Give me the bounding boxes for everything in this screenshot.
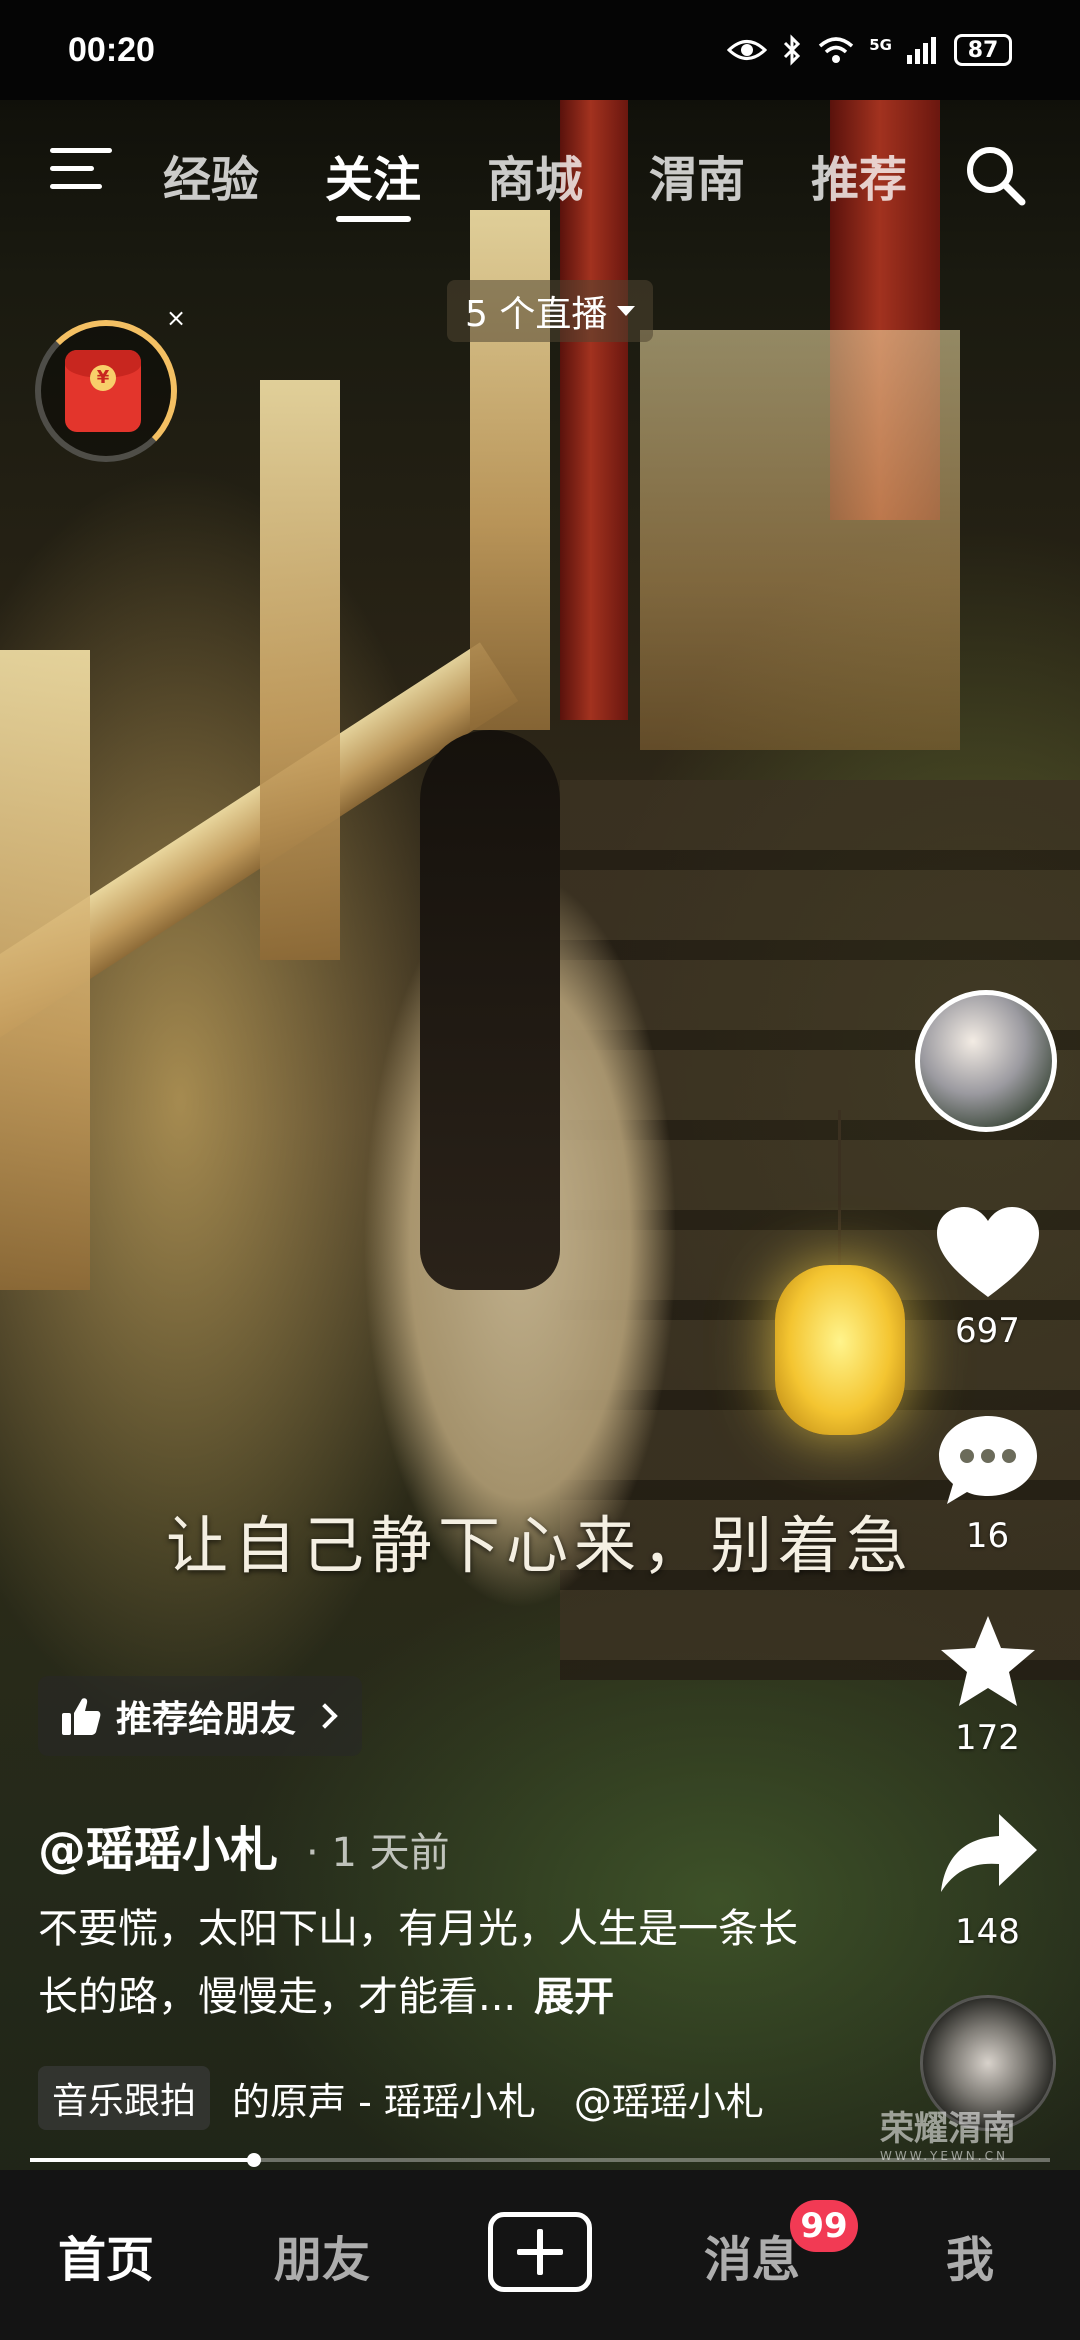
create-post-button[interactable] bbox=[488, 2212, 592, 2292]
stone-balustrade bbox=[640, 330, 960, 750]
tab-following[interactable]: 关注 bbox=[325, 140, 421, 210]
nav-friends[interactable]: 朋友 bbox=[274, 2220, 370, 2290]
caret-down-icon bbox=[617, 306, 636, 316]
tab-experience[interactable]: 经验 bbox=[163, 140, 259, 210]
watermark-sub: WWW.YEWN.CN bbox=[880, 2149, 1008, 2163]
lantern-string bbox=[838, 1110, 841, 1270]
video-progress-fill bbox=[30, 2158, 255, 2162]
status-time: 00:20 bbox=[68, 30, 155, 69]
menu-icon[interactable] bbox=[50, 148, 112, 198]
yuan-coin-icon: ¥ bbox=[90, 365, 116, 391]
live-streams-label: 5 个直播 bbox=[465, 294, 608, 335]
caption-text: 不要慌，太阳下山，有月光，人生是一条长长的路，慢慢走，才能看... bbox=[38, 1906, 798, 2020]
tab-recommend[interactable]: 推荐 bbox=[811, 140, 907, 210]
wifi-icon bbox=[819, 37, 854, 63]
favorite-count: 172 bbox=[955, 1718, 1020, 1758]
music-follow-button[interactable]: 音乐跟拍 bbox=[38, 2066, 211, 2130]
recommend-label: 推荐给朋友 bbox=[116, 1699, 297, 1740]
like-action[interactable]: 697 bbox=[925, 1205, 1050, 1351]
expand-button[interactable]: 展开 bbox=[534, 1974, 614, 2020]
like-count: 697 bbox=[955, 1311, 1020, 1351]
author-line: @瑶瑶小札 · 1 天前 bbox=[38, 1810, 450, 1880]
status-bar: 00:20 5G 87 bbox=[0, 0, 1080, 100]
chevron-right-icon bbox=[312, 1703, 338, 1729]
watermark-logo: 荣耀渭南 WWW.YEWN.CN bbox=[880, 2112, 1016, 2162]
network-type: 5G bbox=[869, 36, 892, 54]
bottom-nav: 首页 朋友 消息 99 我 bbox=[0, 2170, 1080, 2340]
live-streams-pill[interactable]: 5 个直播 bbox=[447, 280, 654, 342]
video-subtitle: 让自己静下心来，别着急 bbox=[165, 1509, 914, 1582]
post-caption[interactable]: 不要慌，太阳下山，有月光，人生是一条长长的路，慢慢走，才能看... 展开 bbox=[38, 1895, 818, 2031]
share-arrow-icon bbox=[940, 1814, 1037, 1892]
messages-badge: 99 bbox=[790, 2200, 858, 2252]
share-count: 148 bbox=[955, 1912, 1020, 1952]
top-nav: 经验 关注 商城 渭南 推荐 bbox=[0, 130, 1080, 222]
author-name[interactable]: @瑶瑶小札 bbox=[38, 1810, 278, 1880]
stone-post bbox=[0, 650, 90, 1290]
red-packet-close-button[interactable]: × bbox=[166, 304, 186, 332]
favorite-action[interactable]: 172 bbox=[925, 1612, 1050, 1758]
nav-messages[interactable]: 消息 bbox=[704, 2220, 800, 2290]
status-icons: 5G 87 bbox=[727, 34, 1012, 66]
long-hair bbox=[420, 730, 560, 1290]
nav-home[interactable]: 首页 bbox=[58, 2220, 154, 2290]
posted-time: · 1 天前 bbox=[306, 1830, 450, 1876]
signal-icon bbox=[907, 37, 936, 64]
author-avatar[interactable] bbox=[915, 990, 1057, 1132]
star-icon bbox=[940, 1616, 1035, 1706]
red-packet-widget[interactable]: ¥ bbox=[35, 320, 177, 462]
tab-weinan[interactable]: 渭南 bbox=[649, 140, 745, 210]
watermark-main: 荣耀渭南 bbox=[880, 2109, 1016, 2149]
recommend-to-friends-button[interactable]: 推荐给朋友 bbox=[38, 1676, 363, 1756]
eye-icon bbox=[727, 40, 768, 60]
music-row: 音乐跟拍 的原声 - 瑶瑶小札 @瑶瑶小札 bbox=[38, 2065, 773, 2131]
battery-level: 87 bbox=[954, 34, 1012, 66]
heart-icon bbox=[936, 1207, 1039, 1297]
yellow-lantern bbox=[775, 1265, 905, 1435]
tab-mall[interactable]: 商城 bbox=[487, 140, 583, 210]
bluetooth-icon bbox=[784, 34, 801, 66]
thumbs-up-icon bbox=[62, 1698, 101, 1735]
search-icon[interactable] bbox=[960, 140, 1030, 210]
nav-me[interactable]: 我 bbox=[946, 2220, 994, 2290]
share-action[interactable]: 148 bbox=[925, 1806, 1050, 1952]
music-title[interactable]: 的原声 - 瑶瑶小札 @瑶瑶小札 bbox=[232, 2071, 764, 2126]
active-tab-indicator bbox=[336, 216, 411, 222]
